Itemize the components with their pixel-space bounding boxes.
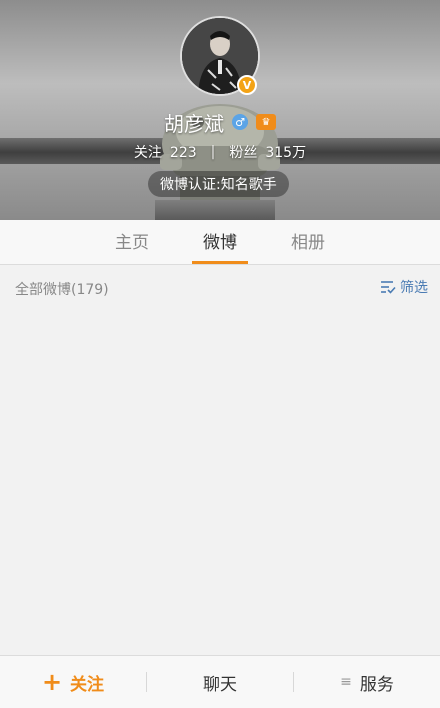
follow-button[interactable]: + 关注 bbox=[0, 656, 146, 708]
chat-button[interactable]: 聊天 bbox=[147, 656, 293, 708]
stats-divider: | bbox=[210, 144, 216, 160]
feed-filter-row: 全部微博(179) 筛选 bbox=[0, 266, 440, 310]
followers-stat[interactable]: 粉丝 315万 bbox=[229, 142, 306, 162]
followers-label: 粉丝 bbox=[229, 145, 258, 161]
followers-count: 315万 bbox=[265, 145, 307, 161]
profile-name: 胡彦斌 bbox=[164, 111, 224, 136]
tab-home[interactable]: 主页 bbox=[88, 220, 176, 264]
tab-weibo[interactable]: 微博 bbox=[176, 220, 264, 264]
following-stat[interactable]: 关注 223 bbox=[134, 142, 197, 162]
verification-label: 微博认证:知名歌手 bbox=[148, 171, 289, 197]
verified-badge-icon: V bbox=[237, 75, 257, 95]
filter-icon bbox=[381, 281, 396, 294]
following-label: 关注 bbox=[133, 145, 162, 161]
vip-member-icon[interactable]: ♛ bbox=[256, 114, 276, 130]
filter-label: 筛选 bbox=[400, 280, 428, 296]
cover-pedestal bbox=[155, 200, 275, 220]
chat-label: 聊天 bbox=[203, 674, 237, 695]
service-label: 服务 bbox=[359, 674, 394, 695]
tab-album[interactable]: 相册 bbox=[264, 220, 352, 264]
plus-icon: + bbox=[41, 668, 63, 696]
profile-name-row: 胡彦斌 ♂ ♛ bbox=[0, 108, 440, 136]
follow-label: 关注 bbox=[70, 674, 105, 695]
menu-icon: ≡ bbox=[340, 674, 352, 690]
service-button[interactable]: ≡ 服务 bbox=[294, 656, 440, 708]
profile-stats: 关注 223 | 粉丝 315万 bbox=[0, 142, 440, 162]
all-posts-count: 全部微博(179) bbox=[15, 282, 109, 298]
following-count: 223 bbox=[169, 145, 197, 161]
male-icon: ♂ bbox=[232, 114, 248, 130]
profile-tabs: 主页 微博 相册 bbox=[0, 220, 440, 265]
bottom-action-bar: + 关注 聊天 ≡ 服务 bbox=[0, 655, 440, 708]
filter-button[interactable]: 筛选 bbox=[380, 277, 428, 297]
